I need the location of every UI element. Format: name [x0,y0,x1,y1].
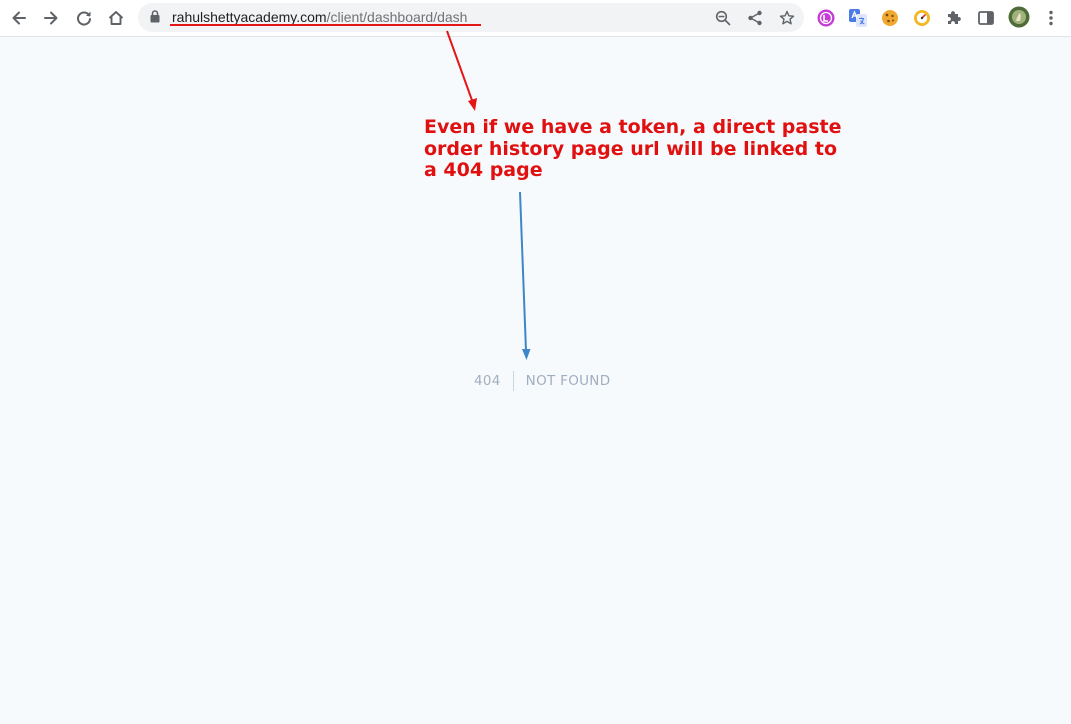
annotation-line: order history page url will be linked to [424,137,838,160]
red-annotation-arrow [446,30,474,104]
blue-arrow-head [522,349,531,360]
annotation-line: a 404 page [424,159,543,181]
annotation-line: Even if we have a token, a direct paste [424,116,842,138]
red-arrow-head [468,98,477,111]
not-found-message: 404 NOT FOUND [474,371,610,391]
error-code: 404 [474,373,501,389]
annotation-note: Even if we have a token, a direct paste … [424,116,854,182]
blue-annotation-arrow [519,191,527,352]
annotation-arrows [446,30,531,360]
error-message: NOT FOUND [525,373,611,389]
